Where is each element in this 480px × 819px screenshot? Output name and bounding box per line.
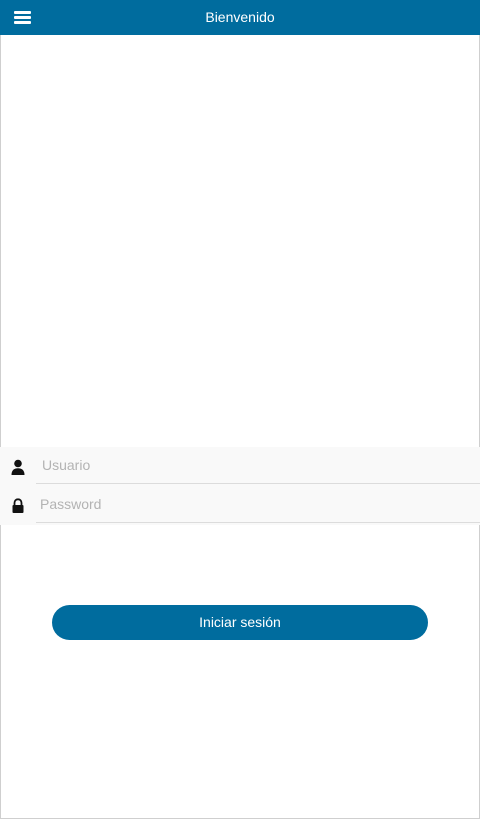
login-button[interactable]: Iniciar sesión [52,605,428,640]
page-title: Bienvenido [205,9,275,25]
password-row [0,486,480,525]
lock-icon [10,498,26,514]
login-form [0,447,480,525]
username-input[interactable] [36,447,480,484]
user-icon [10,459,26,475]
header-bar: Bienvenido [0,0,480,35]
app-frame [0,0,480,819]
hamburger-menu-icon[interactable] [12,9,34,26]
username-row [0,447,480,486]
password-input[interactable] [36,486,480,523]
